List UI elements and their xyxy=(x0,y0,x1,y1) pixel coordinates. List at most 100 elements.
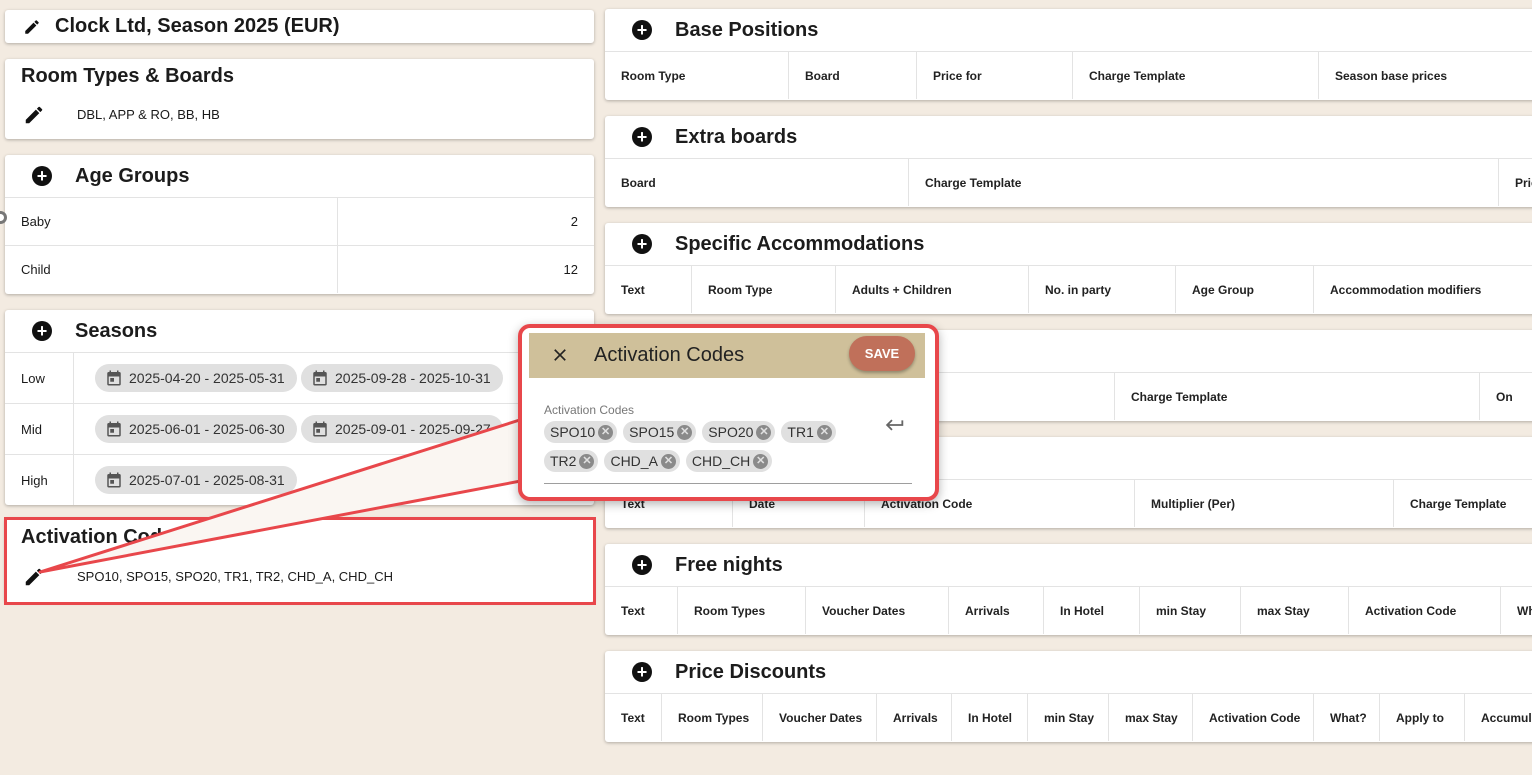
column-header[interactable]: Accommodation modifiers xyxy=(1314,266,1532,313)
column-header[interactable]: Arrivals xyxy=(877,694,952,741)
page-title: Clock Ltd, Season 2025 (EUR) xyxy=(55,15,340,37)
activation-codes-input[interactable]: SPO10 ✕ SPO15 ✕ SPO20 ✕ TR1 ✕ TR2 ✕ CHD_A ✕ CH… xyxy=(544,421,844,475)
season-date-chip[interactable]: 2025-04-20 - 2025-05-31 xyxy=(95,364,297,392)
table-row[interactable]: Low xyxy=(5,352,594,403)
column-header[interactable]: Text xyxy=(605,694,662,741)
column-header[interactable]: Room Type xyxy=(605,52,789,99)
add-base-position-icon[interactable]: + xyxy=(632,20,652,40)
column-header[interactable]: Charge Template xyxy=(1394,480,1532,527)
column-header[interactable]: Season base prices xyxy=(1319,52,1532,99)
room-types-card: Room Types & Boards DBL, APP & RO, BB, H… xyxy=(5,59,594,139)
extra-boards-card: + Extra boards Board Charge Template Pri… xyxy=(605,116,1532,207)
column-header[interactable]: Board xyxy=(789,52,917,99)
enter-icon[interactable] xyxy=(884,414,906,441)
column-header[interactable]: Accumula xyxy=(1465,694,1532,741)
code-chip[interactable]: TR2 ✕ xyxy=(544,450,599,472)
specific-accommodations-card: + Specific Accommodations Text Room Type… xyxy=(605,223,1532,314)
column-header[interactable]: Text xyxy=(605,266,692,313)
code-chip[interactable]: SPO20 ✕ xyxy=(702,421,776,443)
column-header[interactable]: No. in party xyxy=(1029,266,1176,313)
table-row[interactable]: High xyxy=(5,454,594,505)
column-header[interactable]: Room Type xyxy=(692,266,836,313)
column-header[interactable]: Room Types xyxy=(678,587,806,634)
code-chip[interactable]: SPO10 ✕ xyxy=(544,421,618,443)
column-header[interactable]: min Stay xyxy=(1140,587,1241,634)
base-positions-card: + Base Positions Room Type Board Price f… xyxy=(605,9,1532,100)
age-groups-card: + Age Groups Baby 2 Child 12 xyxy=(5,155,594,294)
remove-chip-icon[interactable]: ✕ xyxy=(660,453,676,469)
add-free-night-icon[interactable]: + xyxy=(632,555,652,575)
remove-chip-icon[interactable]: ✕ xyxy=(753,453,769,469)
column-header[interactable]: Multiplier (Per) xyxy=(1135,480,1394,527)
remove-chip-icon[interactable]: ✕ xyxy=(816,424,832,440)
column-header[interactable]: Voucher Dates xyxy=(763,694,877,741)
column-header[interactable]: Adults + Children xyxy=(836,266,1029,313)
column-header[interactable]: Wh xyxy=(1501,587,1532,634)
extra-boards-title: Extra boards xyxy=(675,125,798,148)
save-button[interactable]: SAVE xyxy=(849,336,915,371)
activation-codes-value: SPO10, SPO15, SPO20, TR1, TR2, CHD_A, CH… xyxy=(77,569,393,584)
seasons-title: Seasons xyxy=(75,319,158,342)
close-icon[interactable] xyxy=(550,345,570,370)
code-chip[interactable]: CHD_CH ✕ xyxy=(685,450,773,472)
column-header[interactable]: Charge Template xyxy=(909,159,1499,206)
table-header: Text Room Types Voucher Dates Arrivals I… xyxy=(605,693,1532,741)
season-date-chip[interactable]: 2025-06-01 - 2025-06-30 xyxy=(95,415,297,443)
dialog-header: Activation Codes SAVE xyxy=(529,333,925,378)
season-date-chip[interactable]: 2025-07-01 - 2025-08-31 xyxy=(95,466,297,494)
edit-room-types-icon[interactable] xyxy=(23,104,45,126)
calendar-icon xyxy=(313,370,327,386)
table-row[interactable]: Child 12 xyxy=(5,245,594,293)
season-date-chip[interactable]: 2025-09-01 - 2025-09-27 xyxy=(301,415,503,443)
column-header[interactable]: Text xyxy=(605,587,678,634)
table-row[interactable]: Mid xyxy=(5,403,594,454)
column-header[interactable]: max Stay xyxy=(1241,587,1349,634)
column-header[interactable]: Apply to xyxy=(1380,694,1465,741)
calendar-icon xyxy=(107,472,121,488)
add-age-group-icon[interactable]: + xyxy=(32,166,52,186)
column-header[interactable]: min Stay xyxy=(1028,694,1109,741)
calendar-icon xyxy=(107,370,121,386)
remove-chip-icon[interactable]: ✕ xyxy=(756,424,772,440)
column-header[interactable]: max Stay xyxy=(1109,694,1193,741)
code-chip[interactable]: TR1 ✕ xyxy=(781,421,836,443)
age-groups-title: Age Groups xyxy=(75,164,190,187)
column-header[interactable]: Charge Template xyxy=(1073,52,1319,99)
code-chip[interactable]: SPO15 ✕ xyxy=(623,421,697,443)
remove-chip-icon[interactable]: ✕ xyxy=(677,424,693,440)
season-range-text: 2025-04-20 - 2025-05-31 xyxy=(129,370,285,386)
season-name: Mid xyxy=(5,404,74,454)
input-underline xyxy=(544,483,912,484)
remove-chip-icon[interactable]: ✕ xyxy=(579,453,595,469)
column-header[interactable]: On xyxy=(1480,373,1532,420)
age-group-value: 2 xyxy=(570,214,578,229)
age-group-value: 12 xyxy=(563,262,578,277)
add-price-discount-icon[interactable]: + xyxy=(632,662,652,682)
edit-season-icon[interactable] xyxy=(23,18,41,36)
season-date-chip[interactable]: 2025-09-28 - 2025-10-31 xyxy=(301,364,503,392)
specific-accommodations-title: Specific Accommodations xyxy=(675,232,925,255)
column-header[interactable]: In Hotel xyxy=(1044,587,1140,634)
column-header[interactable]: Price for xyxy=(917,52,1073,99)
edit-activation-codes-icon[interactable] xyxy=(23,566,45,588)
add-extra-board-icon[interactable]: + xyxy=(632,127,652,147)
remove-chip-icon[interactable]: ✕ xyxy=(598,424,614,440)
column-header[interactable]: Activation Code xyxy=(1193,694,1314,741)
add-season-icon[interactable]: + xyxy=(32,321,52,341)
column-header[interactable]: Activation Code xyxy=(1349,587,1501,634)
season-range-text: 2025-09-01 - 2025-09-27 xyxy=(335,421,491,437)
column-header[interactable]: Board xyxy=(605,159,909,206)
column-header[interactable]: Arrivals xyxy=(949,587,1044,634)
column-header[interactable]: Pric xyxy=(1499,159,1532,206)
code-chip[interactable]: CHD_A ✕ xyxy=(604,450,680,472)
add-specific-accommodation-icon[interactable]: + xyxy=(632,234,652,254)
column-header[interactable]: What? xyxy=(1314,694,1380,741)
column-header[interactable]: Room Types xyxy=(662,694,763,741)
column-header[interactable]: Voucher Dates xyxy=(806,587,949,634)
column-header[interactable]: In Hotel xyxy=(952,694,1028,741)
column-header[interactable]: Age Group xyxy=(1176,266,1314,313)
dialog-title: Activation Codes xyxy=(594,344,745,366)
column-header[interactable]: Charge Template xyxy=(1115,373,1480,420)
table-row[interactable]: Baby 2 xyxy=(5,197,594,245)
season-range-text: 2025-07-01 - 2025-08-31 xyxy=(129,472,285,488)
